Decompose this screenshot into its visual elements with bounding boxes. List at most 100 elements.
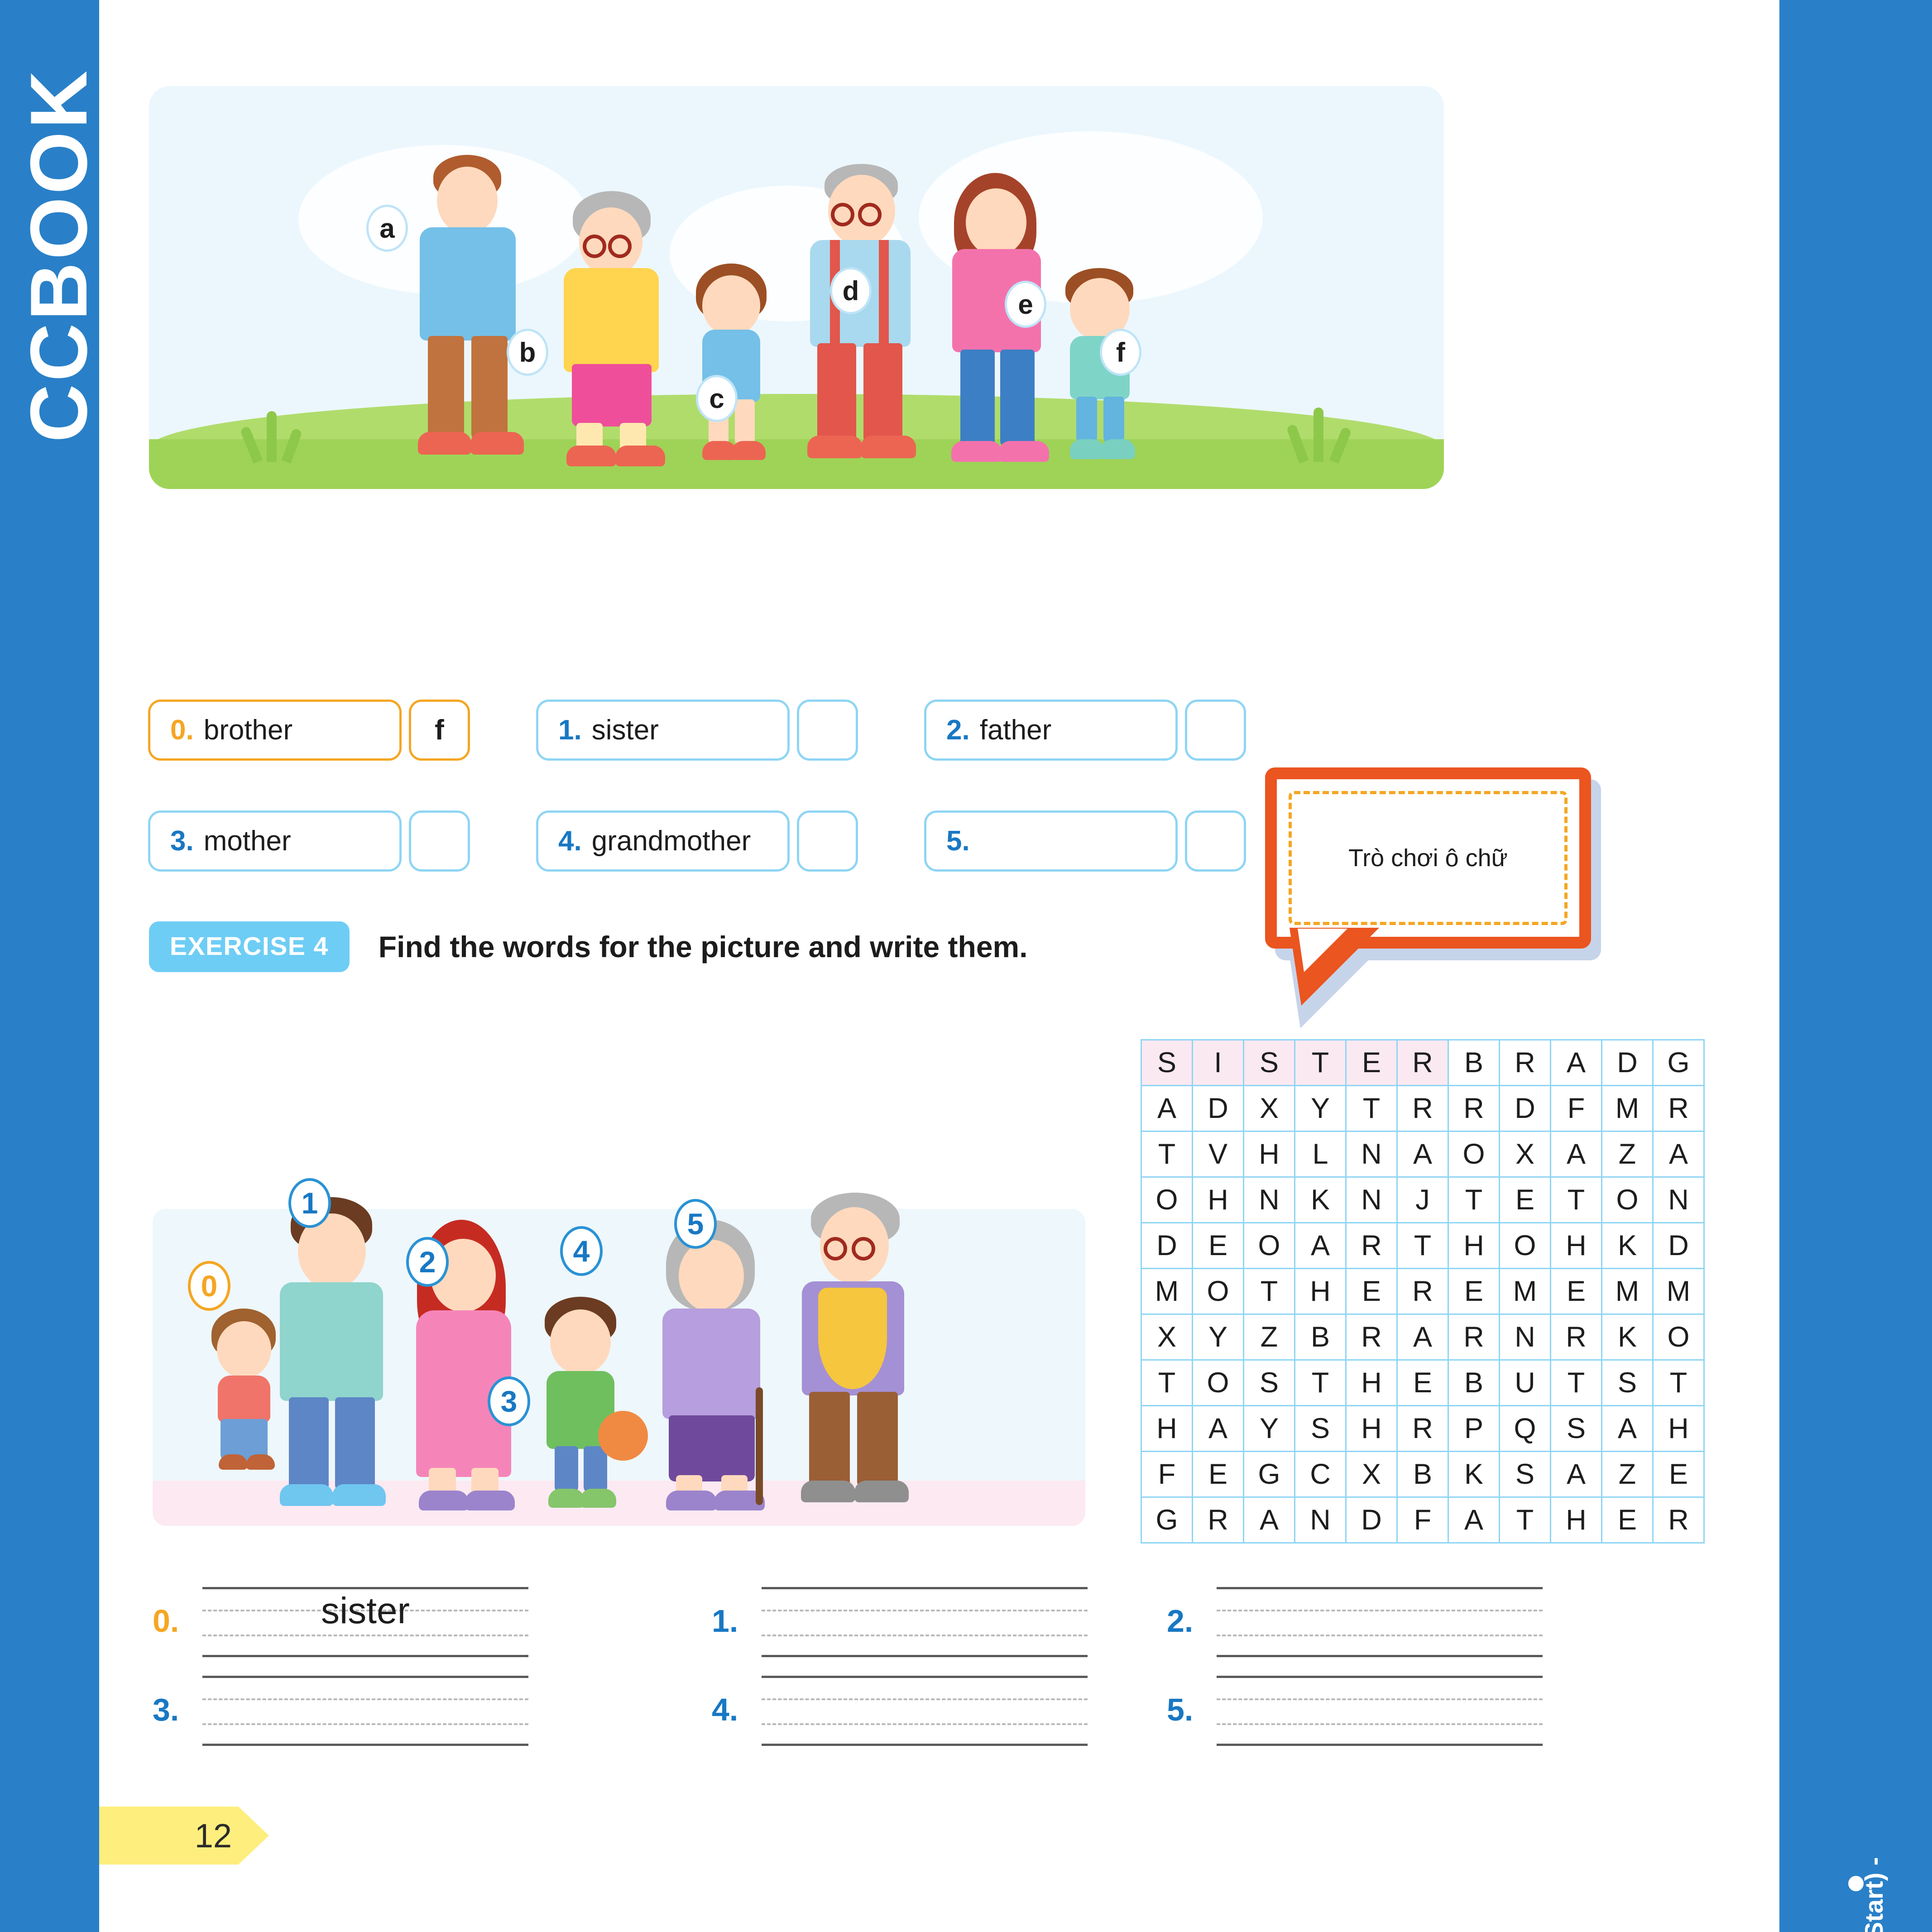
wordsearch-cell[interactable]: X	[1142, 1315, 1193, 1361]
wordsearch-cell[interactable]: A	[1551, 1040, 1602, 1086]
wordsearch-cell[interactable]: I	[1193, 1040, 1244, 1086]
wordsearch-cell[interactable]: A	[1193, 1406, 1244, 1452]
wordsearch-cell[interactable]: R	[1398, 1406, 1449, 1452]
wordsearch-cell[interactable]: O	[1193, 1361, 1244, 1406]
answer-line-0[interactable]: 0. sister	[153, 1587, 528, 1657]
wordsearch-cell[interactable]: F	[1142, 1452, 1193, 1498]
wordsearch-cell[interactable]: A	[1551, 1132, 1602, 1178]
answer-line-3[interactable]: 3.	[153, 1676, 528, 1746]
wordsearch-cell[interactable]: S	[1244, 1361, 1295, 1406]
wordsearch-cell[interactable]: R	[1449, 1315, 1500, 1361]
wordsearch-cell[interactable]: T	[1295, 1361, 1347, 1406]
wordsearch-cell[interactable]: V	[1193, 1132, 1244, 1178]
answer-line-4[interactable]: 4.	[712, 1676, 1088, 1746]
wordsearch-cell[interactable]: X	[1244, 1086, 1295, 1132]
wordsearch-cell[interactable]: R	[1398, 1040, 1449, 1086]
wordsearch-cell[interactable]: T	[1142, 1361, 1193, 1406]
picture-marker-c[interactable]: c	[696, 375, 738, 422]
wordsearch-cell[interactable]: T	[1654, 1361, 1705, 1406]
wordsearch-cell[interactable]: A	[1295, 1223, 1347, 1269]
wordsearch-cell[interactable]: O	[1449, 1132, 1500, 1178]
wordsearch-cell[interactable]: O	[1654, 1315, 1705, 1361]
match-answer-2[interactable]	[1185, 700, 1246, 761]
wordsearch-cell[interactable]: D	[1602, 1040, 1654, 1086]
wordsearch-cell[interactable]: M	[1142, 1269, 1193, 1315]
wordsearch-cell[interactable]: G	[1654, 1040, 1705, 1086]
picture-number-4[interactable]: 4	[560, 1226, 603, 1276]
wordsearch-cell[interactable]: S	[1142, 1040, 1193, 1086]
match-item-4[interactable]: 4. grandmother	[536, 810, 790, 872]
wordsearch-cell[interactable]: E	[1654, 1452, 1705, 1498]
wordsearch-cell[interactable]: E	[1500, 1178, 1551, 1223]
wordsearch-cell[interactable]: S	[1295, 1406, 1347, 1452]
wordsearch-cell[interactable]: E	[1398, 1361, 1449, 1406]
wordsearch-cell[interactable]: F	[1551, 1086, 1602, 1132]
answer-line-1[interactable]: 1.	[712, 1587, 1088, 1657]
wordsearch-grid[interactable]: SISTERBRADGADXYTRRDFMRTVHLNAOXAZAOHNKNJT…	[1141, 1039, 1705, 1544]
wordsearch-cell[interactable]: O	[1500, 1223, 1551, 1269]
wordsearch-cell[interactable]: D	[1193, 1086, 1244, 1132]
picture-number-3[interactable]: 3	[488, 1376, 530, 1426]
wordsearch-cell[interactable]: R	[1398, 1269, 1449, 1315]
answer-line-2[interactable]: 2.	[1167, 1587, 1543, 1657]
match-item-5[interactable]: 5.	[924, 810, 1178, 872]
wordsearch-cell[interactable]: S	[1500, 1452, 1551, 1498]
match-answer-5[interactable]	[1185, 810, 1246, 872]
wordsearch-cell[interactable]: O	[1244, 1223, 1295, 1269]
wordsearch-cell[interactable]: R	[1654, 1086, 1705, 1132]
wordsearch-cell[interactable]: K	[1295, 1178, 1347, 1223]
answer-line-5[interactable]: 5.	[1167, 1676, 1543, 1746]
wordsearch-cell[interactable]: K	[1602, 1315, 1654, 1361]
wordsearch-cell[interactable]: B	[1449, 1040, 1500, 1086]
picture-number-5[interactable]: 5	[674, 1199, 717, 1249]
wordsearch-cell[interactable]: H	[1551, 1498, 1602, 1544]
wordsearch-cell[interactable]: A	[1398, 1315, 1449, 1361]
wordsearch-cell[interactable]: O	[1193, 1269, 1244, 1315]
wordsearch-cell[interactable]: Z	[1602, 1132, 1654, 1178]
wordsearch-cell[interactable]: H	[1244, 1132, 1295, 1178]
wordsearch-cell[interactable]: Z	[1602, 1452, 1654, 1498]
wordsearch-cell[interactable]: U	[1500, 1361, 1551, 1406]
wordsearch-cell[interactable]: O	[1142, 1178, 1193, 1223]
wordsearch-cell[interactable]: T	[1500, 1498, 1551, 1544]
wordsearch-cell[interactable]: E	[1347, 1040, 1398, 1086]
wordsearch-cell[interactable]: M	[1500, 1269, 1551, 1315]
picture-marker-a[interactable]: a	[366, 205, 408, 252]
wordsearch-cell[interactable]: S	[1244, 1040, 1295, 1086]
wordsearch-cell[interactable]: B	[1449, 1361, 1500, 1406]
wordsearch-cell[interactable]: M	[1602, 1086, 1654, 1132]
wordsearch-cell[interactable]: T	[1244, 1269, 1295, 1315]
wordsearch-cell[interactable]: A	[1398, 1132, 1449, 1178]
wordsearch-cell[interactable]: Z	[1244, 1315, 1295, 1361]
wordsearch-cell[interactable]: Y	[1193, 1315, 1244, 1361]
match-item-3[interactable]: 3. mother	[148, 810, 402, 872]
wordsearch-cell[interactable]: D	[1142, 1223, 1193, 1269]
wordsearch-cell[interactable]: K	[1449, 1452, 1500, 1498]
picture-marker-d[interactable]: d	[830, 267, 872, 314]
wordsearch-cell[interactable]: B	[1295, 1315, 1347, 1361]
wordsearch-cell[interactable]: Y	[1295, 1086, 1347, 1132]
wordsearch-cell[interactable]: H	[1347, 1361, 1398, 1406]
wordsearch-cell[interactable]: N	[1347, 1178, 1398, 1223]
wordsearch-cell[interactable]: H	[1347, 1406, 1398, 1452]
wordsearch-cell[interactable]: R	[1449, 1086, 1500, 1132]
wordsearch-cell[interactable]: Y	[1244, 1406, 1295, 1452]
wordsearch-cell[interactable]: N	[1500, 1315, 1551, 1361]
wordsearch-cell[interactable]: A	[1551, 1452, 1602, 1498]
wordsearch-cell[interactable]: C	[1295, 1452, 1347, 1498]
picture-number-1[interactable]: 1	[288, 1178, 331, 1228]
wordsearch-cell[interactable]: N	[1244, 1178, 1295, 1223]
wordsearch-cell[interactable]: A	[1244, 1498, 1295, 1544]
wordsearch-cell[interactable]: D	[1347, 1498, 1398, 1544]
picture-marker-e[interactable]: e	[1005, 281, 1046, 328]
wordsearch-cell[interactable]: T	[1347, 1086, 1398, 1132]
match-item-2[interactable]: 2. father	[924, 700, 1178, 761]
wordsearch-cell[interactable]: E	[1551, 1269, 1602, 1315]
picture-number-0[interactable]: 0	[188, 1261, 230, 1311]
wordsearch-cell[interactable]: F	[1398, 1498, 1449, 1544]
wordsearch-cell[interactable]: R	[1500, 1040, 1551, 1086]
wordsearch-cell[interactable]: K	[1602, 1223, 1654, 1269]
picture-number-2[interactable]: 2	[406, 1237, 449, 1287]
picture-marker-f[interactable]: f	[1100, 329, 1141, 376]
wordsearch-cell[interactable]: T	[1398, 1223, 1449, 1269]
